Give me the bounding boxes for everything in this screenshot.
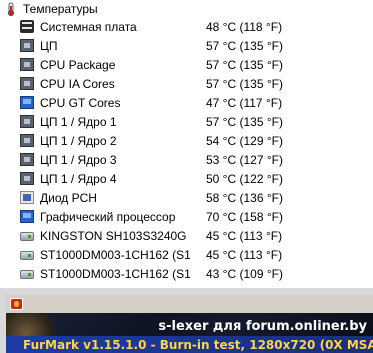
furmark-titlebar[interactable] [6, 295, 373, 313]
disk-icon [20, 270, 34, 279]
sensor-value: 50 °C (122 °F) [206, 172, 283, 186]
furmark-banner: FurMark v1.15.1.0 - Burn-in test, 1280x7… [6, 336, 373, 353]
sensor-value: 57 °C (135 °F) [206, 58, 283, 72]
sensor-value: 45 °C (113 °F) [206, 248, 283, 262]
sensor-row[interactable]: CPU Package 57 °C (135 °F) [0, 55, 373, 74]
sensor-row[interactable]: CPU IA Cores 57 °C (135 °F) [0, 74, 373, 93]
thermometer-icon [4, 2, 18, 17]
sensor-row[interactable]: Системная плата 48 °C (118 °F) [0, 17, 373, 36]
sensor-name: ЦП [40, 39, 58, 53]
sensor-value: 54 °C (129 °F) [206, 134, 283, 148]
sensor-row[interactable]: ЦП 1 / Ядро 2 54 °C (129 °F) [0, 131, 373, 150]
pch-icon [20, 191, 34, 204]
sensor-row[interactable]: KINGSTON SH103S3240G 45 °C (113 °F) [0, 226, 373, 245]
sensor-name: Диод PCH [40, 191, 97, 205]
sensor-row[interactable]: Диод PCH 58 °C (136 °F) [0, 188, 373, 207]
sensor-row[interactable]: ST1000DM003-1CH162 (S1D... 43 °C (109 °F… [0, 264, 373, 283]
sensor-row[interactable]: ЦП 57 °C (135 °F) [0, 36, 373, 55]
sensor-value: 48 °C (118 °F) [206, 20, 283, 34]
sensor-value: 57 °C (135 °F) [206, 39, 283, 53]
sensor-value: 47 °C (117 °F) [206, 96, 283, 110]
sensor-name: CPU Package [40, 58, 116, 72]
sensor-row[interactable]: ЦП 1 / Ядро 3 53 °C (127 °F) [0, 150, 373, 169]
sensor-row[interactable]: ЦП 1 / Ядро 1 57 °C (135 °F) [0, 112, 373, 131]
sensor-row[interactable]: ЦП 1 / Ядро 4 50 °C (122 °F) [0, 169, 373, 188]
sensor-name: ST1000DM003-1CH162 (S1D... [40, 267, 190, 281]
disk-icon [20, 232, 34, 241]
sensor-value: 57 °C (135 °F) [206, 115, 283, 129]
cpu-chip-icon [20, 77, 34, 90]
temperatures-header[interactable]: Температуры [0, 0, 98, 18]
disk-icon [20, 251, 34, 260]
sensor-name: ST1000DM003-1CH162 (S1D... [40, 248, 190, 262]
sensor-name: ЦП 1 / Ядро 3 [40, 153, 117, 167]
furmark-banner-text: FurMark v1.15.1.0 - Burn-in test, 1280x7… [23, 338, 373, 352]
sensor-value: 43 °C (109 °F) [206, 267, 283, 281]
sensor-row[interactable]: CPU GT Cores 47 °C (117 °F) [0, 93, 373, 112]
cpu-chip-icon [20, 115, 34, 128]
sensor-value: 70 °C (158 °F) [206, 210, 283, 224]
watermark-text: s-lexer для forum.onliner.by [158, 319, 367, 334]
sensor-list: Системная плата 48 °C (118 °F) ЦП 57 °C … [0, 17, 373, 283]
cpu-chip-icon [20, 39, 34, 52]
sensor-panel: Температуры Системная плата 48 °C (118 °… [0, 0, 373, 288]
sensor-name: ЦП 1 / Ядро 2 [40, 134, 117, 148]
cpu-chip-icon [20, 58, 34, 71]
motherboard-icon [20, 20, 34, 33]
sensor-value: 53 °C (127 °F) [206, 153, 283, 167]
gpu-icon [20, 96, 34, 109]
sensor-name: CPU GT Cores [40, 96, 121, 110]
sensor-name: Системная плата [40, 20, 137, 34]
sensor-name: ЦП 1 / Ядро 4 [40, 172, 117, 186]
section-title: Температуры [23, 2, 98, 16]
cpu-chip-icon [20, 134, 34, 147]
cpu-chip-icon [20, 172, 34, 185]
cpu-chip-icon [20, 153, 34, 166]
sensor-value: 58 °C (136 °F) [206, 191, 283, 205]
sensor-name: KINGSTON SH103S3240G [40, 229, 187, 243]
sensor-name: Графический процессор [40, 210, 176, 224]
furmark-app-icon[interactable] [10, 298, 23, 310]
sensor-name: ЦП 1 / Ядро 1 [40, 115, 117, 129]
furmark-window[interactable]: s-lexer для forum.onliner.by FurMark v1.… [6, 295, 373, 353]
gpu-icon [20, 210, 34, 223]
sensor-value: 45 °C (113 °F) [206, 229, 283, 243]
sensor-value: 57 °C (135 °F) [206, 77, 283, 91]
sensor-row[interactable]: Графический процессор 70 °C (158 °F) [0, 207, 373, 226]
sensor-row[interactable]: ST1000DM003-1CH162 (S1D... 45 °C (113 °F… [0, 245, 373, 264]
sensor-name: CPU IA Cores [40, 77, 115, 91]
